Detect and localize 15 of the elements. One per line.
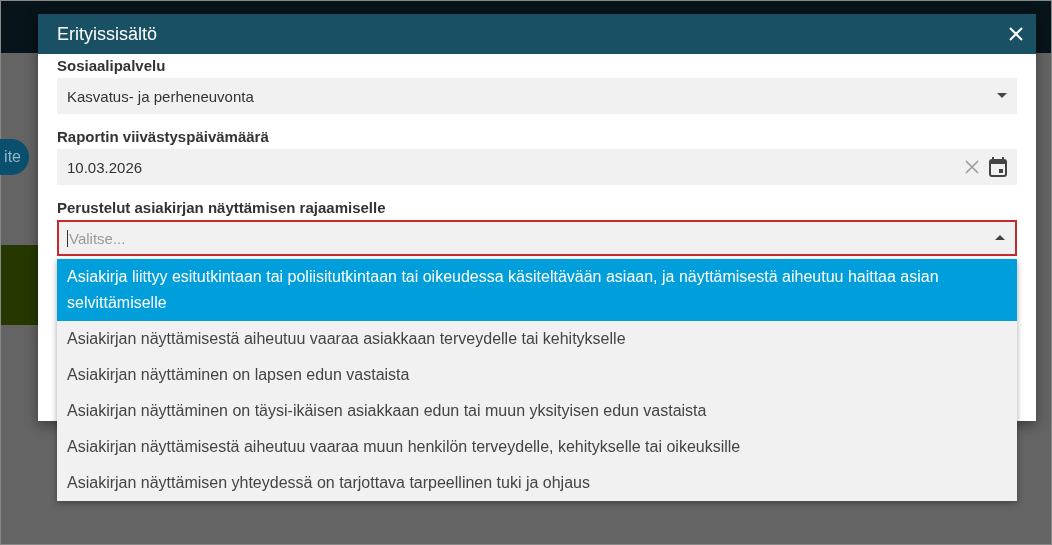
- date-field[interactable]: 10.03.2026: [57, 149, 1017, 185]
- dropdown-option[interactable]: Asiakirjan näyttäminen on lapsen edun vastaista: [57, 357, 1017, 393]
- close-icon[interactable]: [1008, 26, 1024, 42]
- dropdown-option[interactable]: Asiakirjan näyttäminen on täysi-ikäisen asiakkaan edun tai muun yksityisen edun vastaista: [57, 393, 1017, 429]
- background-button[interactable]: ite: [0, 139, 29, 175]
- calendar-icon[interactable]: [989, 157, 1007, 177]
- caret-icon: [997, 93, 1007, 99]
- field-label: Raportin viivästyspäivämäärä: [57, 128, 270, 145]
- dropdown-option[interactable]: Asiakirjan näyttämisen yhteydessä on tarjottava tarpeellinen tuki ja ohjaus: [57, 465, 1017, 501]
- dropdown-option[interactable]: Asiakirjan näyttämisestä aiheutuu vaaraa muun henkilön terveydelle, kehitykselle tai oikeuksille: [57, 429, 1017, 465]
- dialog-title: Erityissisältö: [57, 23, 158, 45]
- field-label: Perustelut asiakirjan näyttämisen rajaamiselle: [57, 199, 387, 216]
- select-field[interactable]: Kasvatus- ja perheneuvonta: [57, 78, 1017, 114]
- dropdown-option[interactable]: Asiakirjan näyttämisestä aiheutuu vaaraa asiakkaan terveydelle tai kehitykselle: [57, 321, 1017, 357]
- field-label: Sosiaalipalvelu: [57, 57, 167, 74]
